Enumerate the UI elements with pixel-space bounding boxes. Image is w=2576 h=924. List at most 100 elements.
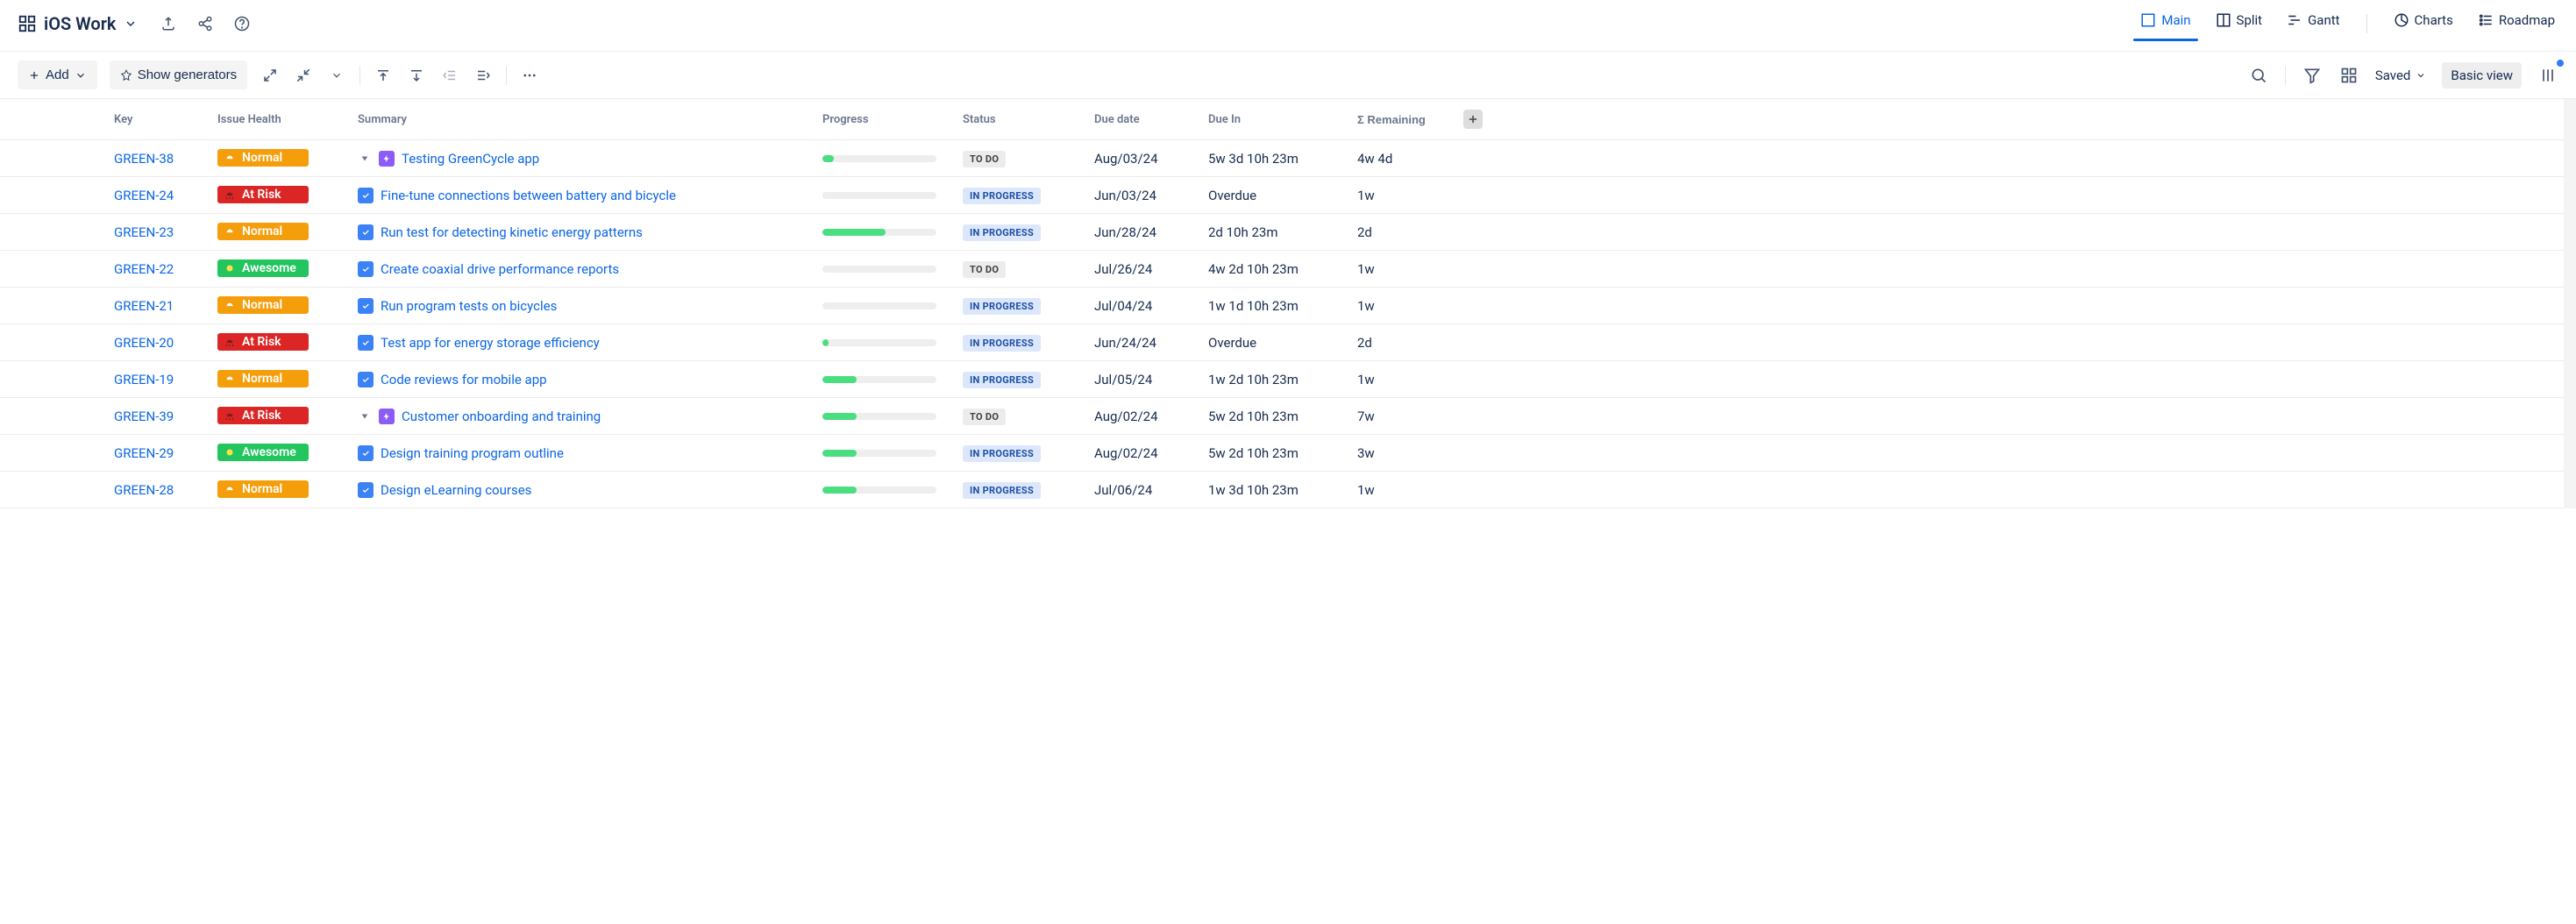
- issue-health[interactable]: Awesome: [210, 440, 351, 466]
- search-icon[interactable]: [2248, 65, 2269, 86]
- issue-key[interactable]: GREEN-24: [96, 184, 210, 207]
- issue-health[interactable]: Normal: [210, 293, 351, 318]
- summary-cell[interactable]: Fine-tune connections between battery an…: [351, 184, 815, 207]
- table-row[interactable]: GREEN-39 At Risk Customer onboarding and…: [0, 398, 2576, 435]
- table-row[interactable]: GREEN-19 Normal Code reviews for mobile …: [0, 361, 2576, 398]
- due-date-cell[interactable]: Aug/02/24: [1087, 405, 1201, 428]
- issue-key[interactable]: GREEN-29: [96, 442, 210, 465]
- remaining-cell[interactable]: 3w: [1350, 442, 1455, 465]
- outdent-icon[interactable]: [439, 65, 460, 86]
- view-tab-gantt[interactable]: Gantt: [2283, 7, 2343, 40]
- due-in-cell[interactable]: 1w 2d 10h 23m: [1201, 368, 1350, 391]
- remaining-cell[interactable]: 7w: [1350, 405, 1455, 428]
- status-cell[interactable]: TO DO: [956, 257, 1087, 281]
- table-row[interactable]: GREEN-22 Awesome Create coaxial drive pe…: [0, 251, 2576, 288]
- due-date-cell[interactable]: Jul/04/24: [1087, 295, 1201, 317]
- due-in-cell[interactable]: 5w 2d 10h 23m: [1201, 405, 1350, 428]
- col-status[interactable]: Status: [956, 110, 1087, 130]
- col-key[interactable]: Key: [96, 110, 210, 130]
- table-row[interactable]: GREEN-21 Normal Run program tests on bic…: [0, 288, 2576, 324]
- table-row[interactable]: GREEN-23 Normal Run test for detecting k…: [0, 214, 2576, 251]
- progress-cell[interactable]: [815, 299, 956, 313]
- indent-icon[interactable]: [473, 65, 494, 86]
- summary-cell[interactable]: Design eLearning courses: [351, 479, 815, 501]
- remaining-cell[interactable]: 1w: [1350, 368, 1455, 391]
- summary-cell[interactable]: Code reviews for mobile app: [351, 368, 815, 391]
- issue-health[interactable]: Awesome: [210, 256, 351, 281]
- remaining-cell[interactable]: 1w: [1350, 479, 1455, 501]
- col-summary[interactable]: Summary: [351, 110, 815, 130]
- table-row[interactable]: GREEN-29 Awesome Design training program…: [0, 435, 2576, 472]
- more-icon[interactable]: [519, 65, 540, 86]
- col-due-in[interactable]: Due In: [1201, 110, 1350, 130]
- move-down-icon[interactable]: [406, 65, 427, 86]
- status-cell[interactable]: IN PROGRESS: [956, 441, 1087, 466]
- progress-cell[interactable]: [815, 409, 956, 423]
- issue-key[interactable]: GREEN-23: [96, 221, 210, 244]
- view-tab-main[interactable]: Main: [2137, 7, 2194, 40]
- table-row[interactable]: GREEN-20 At Risk Test app for energy sto…: [0, 324, 2576, 361]
- table-row[interactable]: GREEN-28 Normal Design eLearning courses…: [0, 472, 2576, 508]
- expand-toggle[interactable]: [358, 152, 372, 166]
- status-cell[interactable]: TO DO: [956, 404, 1087, 429]
- remaining-cell[interactable]: 1w: [1350, 295, 1455, 317]
- issue-health[interactable]: Normal: [210, 366, 351, 392]
- status-cell[interactable]: IN PROGRESS: [956, 331, 1087, 355]
- summary-link[interactable]: Customer onboarding and training: [402, 409, 601, 424]
- summary-cell[interactable]: Create coaxial drive performance reports: [351, 258, 815, 281]
- view-tab-charts[interactable]: Charts: [2390, 7, 2457, 40]
- due-date-cell[interactable]: Jul/05/24: [1087, 368, 1201, 391]
- view-tab-roadmap[interactable]: Roadmap: [2474, 7, 2558, 40]
- remaining-cell[interactable]: 4w 4d: [1350, 147, 1455, 170]
- summary-cell[interactable]: Run test for detecting kinetic energy pa…: [351, 221, 815, 244]
- issue-key[interactable]: GREEN-22: [96, 258, 210, 281]
- due-date-cell[interactable]: Aug/03/24: [1087, 147, 1201, 170]
- due-date-cell[interactable]: Jun/24/24: [1087, 331, 1201, 354]
- due-date-cell[interactable]: Jun/28/24: [1087, 221, 1201, 244]
- summary-link[interactable]: Fine-tune connections between battery an…: [381, 188, 676, 203]
- col-remaining[interactable]: Σ Remaining: [1350, 110, 1455, 130]
- basic-view-button[interactable]: Basic view: [2442, 62, 2522, 89]
- issue-key[interactable]: GREEN-20: [96, 331, 210, 354]
- status-cell[interactable]: TO DO: [956, 146, 1087, 171]
- summary-link[interactable]: Design training program outline: [381, 445, 564, 461]
- group-icon[interactable]: [2338, 65, 2359, 86]
- summary-cell[interactable]: Run program tests on bicycles: [351, 295, 815, 317]
- due-in-cell[interactable]: 5w 2d 10h 23m: [1201, 442, 1350, 465]
- remaining-cell[interactable]: 2d: [1350, 331, 1455, 354]
- progress-cell[interactable]: [815, 225, 956, 239]
- issue-health[interactable]: At Risk: [210, 330, 351, 355]
- summary-cell[interactable]: Design training program outline: [351, 442, 815, 465]
- show-generators-button[interactable]: Show generators: [110, 60, 247, 89]
- issue-key[interactable]: GREEN-39: [96, 405, 210, 428]
- progress-cell[interactable]: [815, 262, 956, 276]
- due-date-cell[interactable]: Jul/06/24: [1087, 479, 1201, 501]
- summary-link[interactable]: Design eLearning courses: [381, 482, 531, 498]
- summary-link[interactable]: Run program tests on bicycles: [381, 298, 557, 314]
- summary-link[interactable]: Testing GreenCycle app: [402, 151, 539, 167]
- due-date-cell[interactable]: Jun/03/24: [1087, 184, 1201, 207]
- status-cell[interactable]: IN PROGRESS: [956, 294, 1087, 318]
- issue-health[interactable]: At Risk: [210, 403, 351, 429]
- progress-cell[interactable]: [815, 446, 956, 460]
- due-in-cell[interactable]: Overdue: [1201, 184, 1350, 207]
- due-in-cell[interactable]: 2d 10h 23m: [1201, 221, 1350, 244]
- due-date-cell[interactable]: Aug/02/24: [1087, 442, 1201, 465]
- summary-cell[interactable]: Testing GreenCycle app: [351, 147, 815, 170]
- collapse-icon[interactable]: [293, 65, 314, 86]
- issue-health[interactable]: Normal: [210, 477, 351, 502]
- issue-health[interactable]: At Risk: [210, 182, 351, 208]
- share-icon[interactable]: [196, 14, 215, 33]
- summary-cell[interactable]: Test app for energy storage efficiency: [351, 331, 815, 354]
- issue-key[interactable]: GREEN-28: [96, 479, 210, 501]
- progress-cell[interactable]: [815, 373, 956, 387]
- status-cell[interactable]: IN PROGRESS: [956, 367, 1087, 392]
- issue-key[interactable]: GREEN-19: [96, 368, 210, 391]
- table-row[interactable]: GREEN-24 At Risk Fine-tune connections b…: [0, 177, 2576, 214]
- filter-icon[interactable]: [2302, 65, 2323, 86]
- due-in-cell[interactable]: 4w 2d 10h 23m: [1201, 258, 1350, 281]
- issue-health[interactable]: Normal: [210, 146, 351, 171]
- help-icon[interactable]: [232, 14, 252, 33]
- issue-key[interactable]: GREEN-38: [96, 147, 210, 170]
- summary-link[interactable]: Create coaxial drive performance reports: [381, 261, 619, 277]
